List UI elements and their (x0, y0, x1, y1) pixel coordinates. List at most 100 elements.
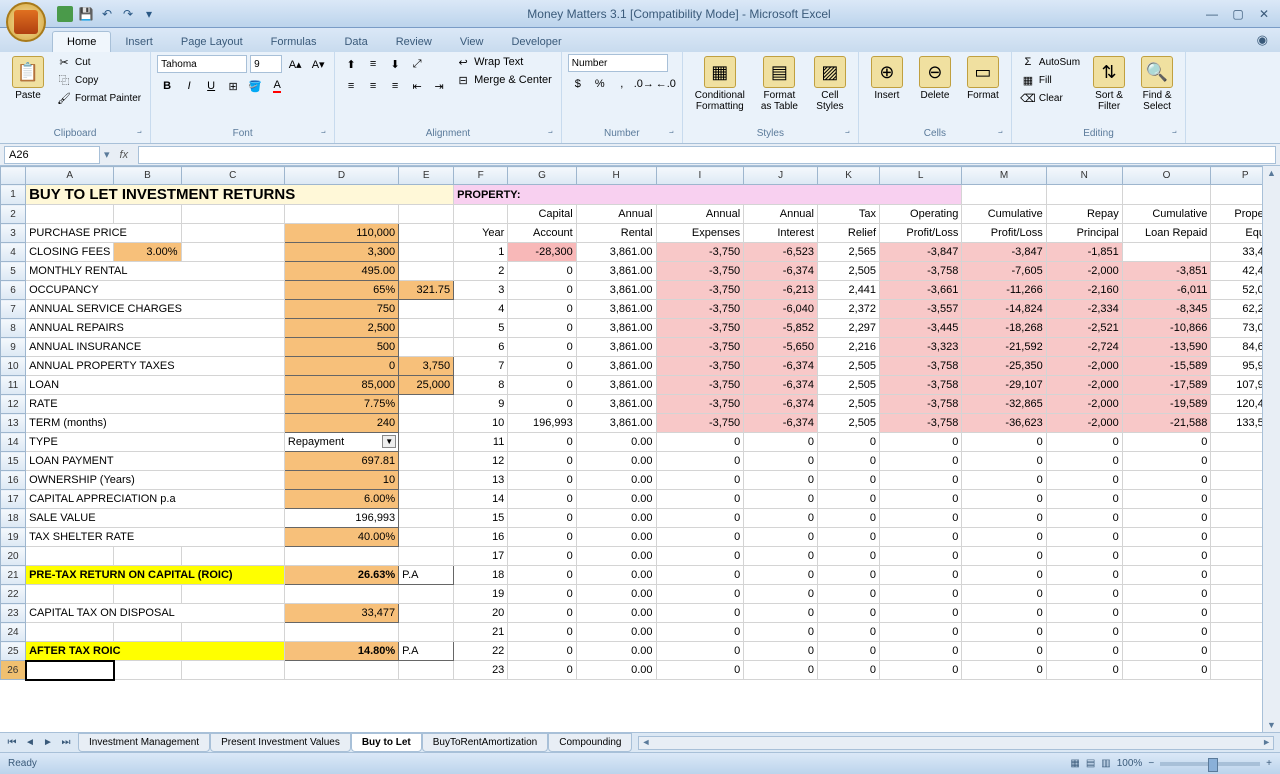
cell[interactable]: 697.81 (284, 452, 398, 471)
cell[interactable]: 0.00 (576, 509, 656, 528)
cell[interactable]: 0 (1122, 471, 1211, 490)
cell[interactable]: -3,758 (880, 262, 962, 281)
zoom-level[interactable]: 100% (1117, 758, 1143, 769)
cell[interactable]: Rental (576, 224, 656, 243)
cell[interactable]: 21 (454, 623, 508, 642)
view-layout-icon[interactable]: ▤ (1086, 758, 1095, 769)
cell[interactable]: MONTHLY RENTAL (26, 262, 285, 281)
delete-button[interactable]: ⊖Delete (913, 54, 957, 103)
tab-nav-prev-icon[interactable]: ◄ (22, 735, 38, 751)
cell[interactable]: Year (454, 224, 508, 243)
tab-developer[interactable]: Developer (497, 32, 575, 52)
font-color-button[interactable]: A (267, 76, 287, 96)
cell[interactable] (454, 205, 508, 224)
cell[interactable]: 4 (454, 300, 508, 319)
cell[interactable] (26, 585, 114, 604)
conditional-formatting-button[interactable]: ▦Conditional Formatting (689, 54, 751, 114)
cell[interactable]: 0 (962, 528, 1046, 547)
cell[interactable]: 0 (744, 509, 818, 528)
cell[interactable]: -3,323 (880, 338, 962, 357)
sort-filter-button[interactable]: ⇅Sort & Filter (1087, 54, 1131, 114)
row-header[interactable]: 21 (1, 566, 26, 585)
cut-button[interactable]: ✂Cut (54, 54, 144, 70)
tab-page-layout[interactable]: Page Layout (167, 32, 257, 52)
cell[interactable]: -13,590 (1122, 338, 1211, 357)
row-header[interactable]: 23 (1, 604, 26, 623)
tab-home[interactable]: Home (52, 31, 111, 52)
cell[interactable]: 0 (1122, 509, 1211, 528)
decrease-decimal-icon[interactable]: ←.0 (656, 74, 676, 94)
cell[interactable]: 12 (454, 452, 508, 471)
cell[interactable]: -3,847 (880, 243, 962, 262)
cell[interactable]: 0 (744, 452, 818, 471)
cell[interactable]: 0 (656, 471, 744, 490)
cell[interactable]: 0 (1046, 547, 1122, 566)
row-header[interactable]: 4 (1, 243, 26, 262)
cell[interactable] (1122, 243, 1211, 262)
cell[interactable]: 0 (1122, 585, 1211, 604)
cell[interactable]: 3,861.00 (576, 414, 656, 433)
cell[interactable]: 16 (454, 528, 508, 547)
cell[interactable] (181, 585, 284, 604)
maximize-button[interactable]: ▢ (1226, 5, 1250, 23)
cell[interactable]: Annual (744, 205, 818, 224)
comma-icon[interactable]: , (612, 74, 632, 94)
cell[interactable]: 5 (454, 319, 508, 338)
align-center-icon[interactable]: ≡ (363, 76, 383, 96)
cell[interactable] (399, 433, 454, 452)
cell[interactable]: 3 (454, 281, 508, 300)
cell[interactable]: 0 (508, 338, 576, 357)
vertical-scrollbar[interactable] (1262, 166, 1280, 732)
cell[interactable]: -6,011 (1122, 281, 1211, 300)
cell[interactable]: 321.75 (399, 281, 454, 300)
cell[interactable]: 2 (454, 262, 508, 281)
cell[interactable]: -5,650 (744, 338, 818, 357)
number-format-select[interactable] (568, 54, 668, 72)
cell[interactable]: CAPITAL APPRECIATION p.a (26, 490, 285, 509)
cell[interactable] (399, 205, 454, 224)
find-select-button[interactable]: 🔍Find & Select (1135, 54, 1179, 114)
select-all-corner[interactable] (1, 167, 26, 185)
row-header[interactable]: 24 (1, 623, 26, 642)
fill-button[interactable]: ▦Fill (1018, 72, 1083, 88)
row-header[interactable]: 14 (1, 433, 26, 452)
italic-button[interactable]: I (179, 76, 199, 96)
cell[interactable]: 3,300 (284, 243, 398, 262)
cell[interactable] (114, 585, 181, 604)
cell[interactable]: 196,993 (284, 509, 398, 528)
cell[interactable]: 0 (656, 452, 744, 471)
cell[interactable]: 0 (818, 585, 880, 604)
cell[interactable]: CAPITAL TAX ON DISPOSAL (26, 604, 285, 623)
cell[interactable]: 0.00 (576, 604, 656, 623)
cell[interactable]: -3,750 (656, 414, 744, 433)
cell[interactable]: 0 (962, 642, 1046, 661)
col-header[interactable]: I (656, 167, 744, 185)
row-header[interactable]: 9 (1, 338, 26, 357)
cell[interactable]: -3,758 (880, 357, 962, 376)
cell[interactable]: -6,374 (744, 262, 818, 281)
cell[interactable]: -19,589 (1122, 395, 1211, 414)
cell[interactable]: 0.00 (576, 585, 656, 604)
cell[interactable]: 19 (454, 585, 508, 604)
cell[interactable] (181, 623, 284, 642)
row-header[interactable]: 16 (1, 471, 26, 490)
cell[interactable] (399, 604, 454, 623)
cell[interactable]: 0 (284, 357, 398, 376)
cell[interactable]: 25,000 (399, 376, 454, 395)
cell[interactable] (26, 547, 114, 566)
cell[interactable]: 0 (962, 452, 1046, 471)
border-button[interactable]: ⊞ (223, 76, 243, 96)
col-header[interactable]: B (114, 167, 181, 185)
cell[interactable]: 0 (656, 566, 744, 585)
cell[interactable]: 0 (818, 471, 880, 490)
cell[interactable]: 2,297 (818, 319, 880, 338)
cell[interactable]: 0 (1046, 566, 1122, 585)
cell[interactable] (399, 490, 454, 509)
cell[interactable]: 0 (508, 376, 576, 395)
sheet-tab[interactable]: Investment Management (78, 733, 210, 752)
row-header[interactable]: 10 (1, 357, 26, 376)
cell[interactable] (399, 585, 454, 604)
cell[interactable]: -6,040 (744, 300, 818, 319)
cell[interactable]: 0 (744, 547, 818, 566)
cell[interactable]: 0 (744, 471, 818, 490)
